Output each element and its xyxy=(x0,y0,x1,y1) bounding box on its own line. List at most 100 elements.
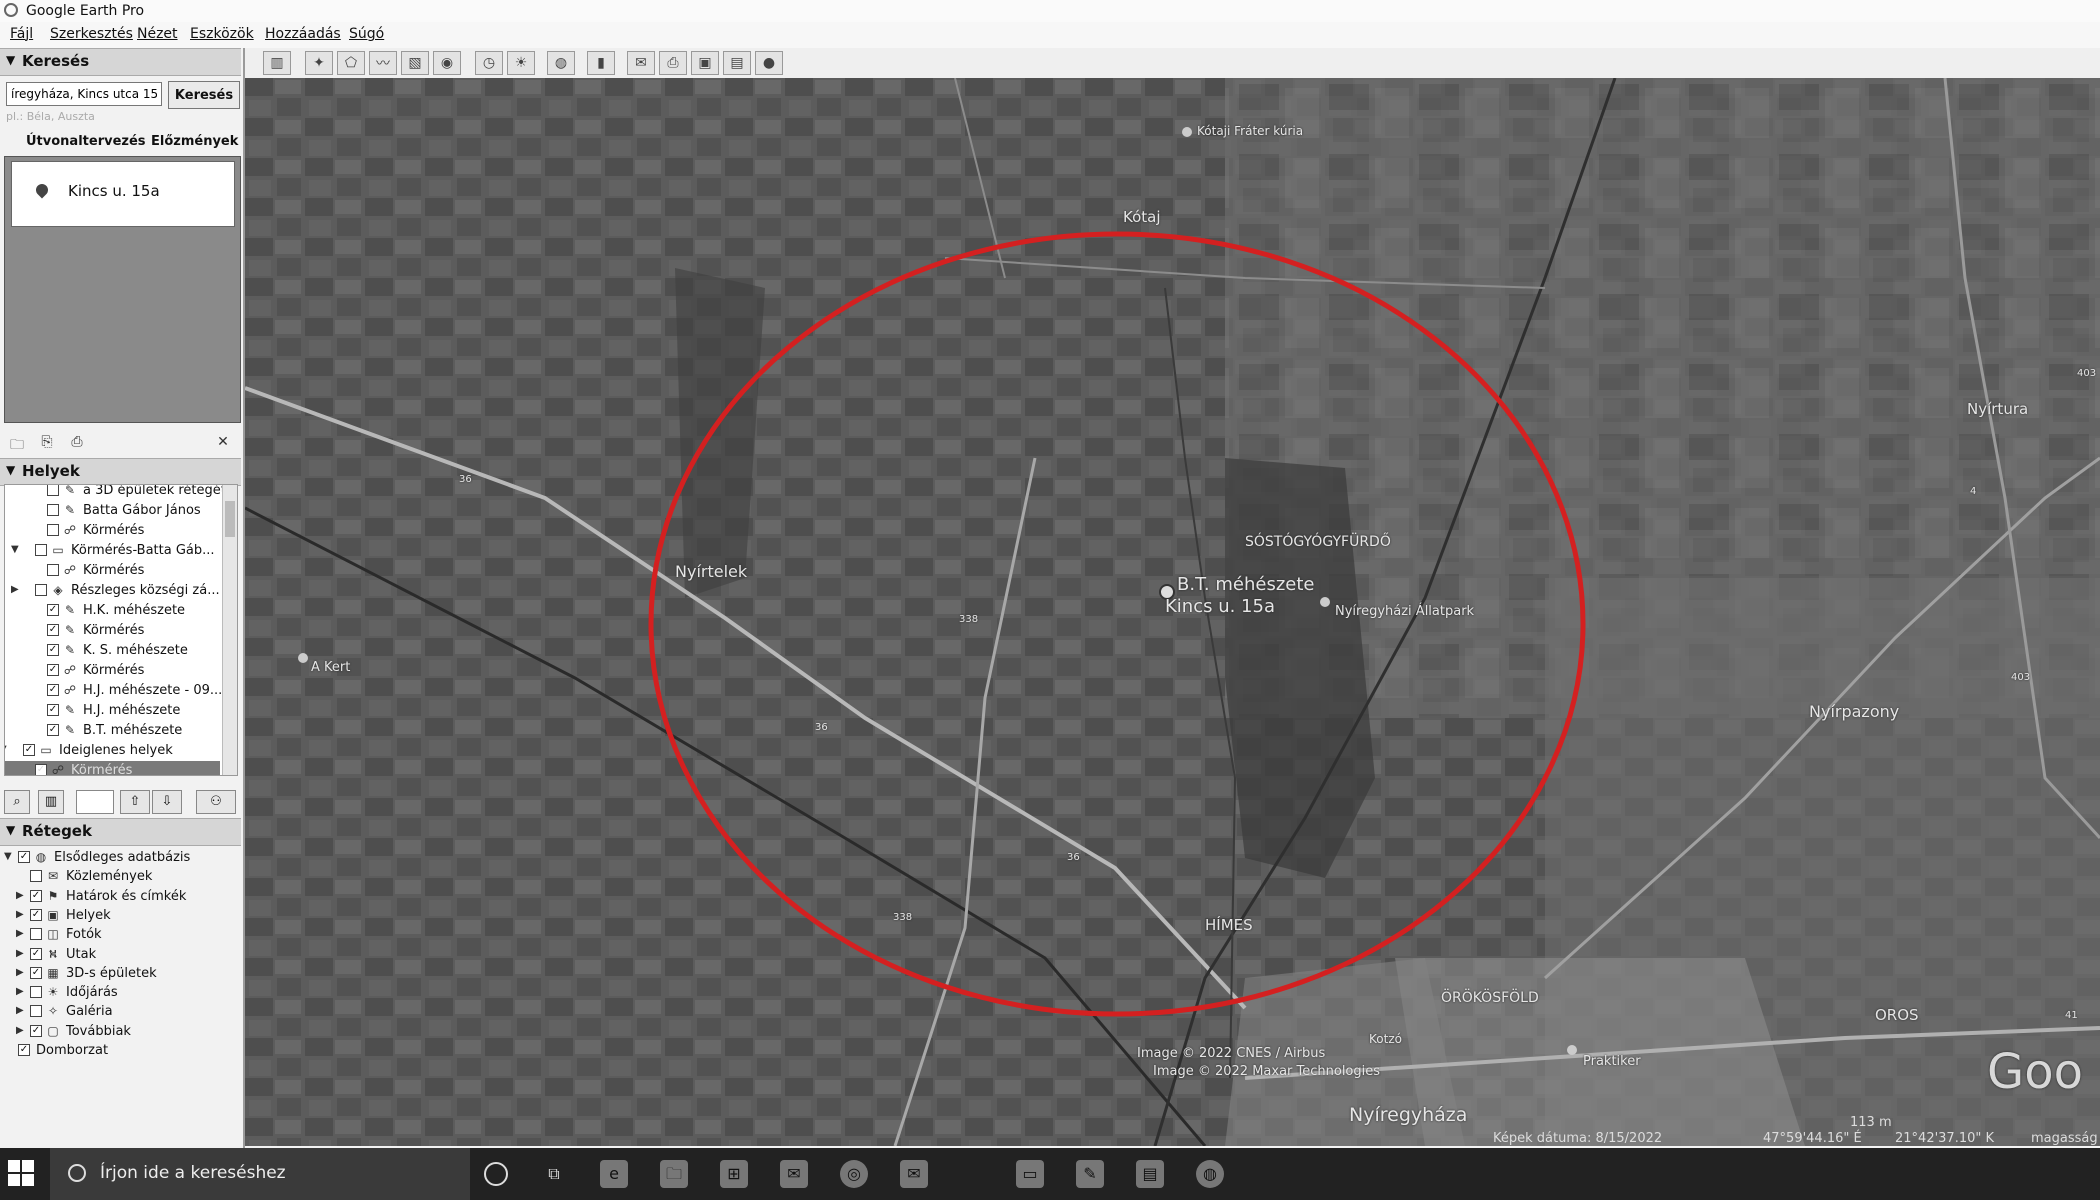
sidebar-toggle-icon[interactable]: ▥ xyxy=(263,51,291,75)
places-tree-item[interactable]: ✓ ✎ K. S. méhészete xyxy=(5,641,220,661)
layers-tree-item[interactable]: ▶ ☀ Időjárás xyxy=(0,983,238,1003)
chrome-icon[interactable]: ◎ xyxy=(840,1160,868,1188)
expand-right-icon[interactable]: ▶ xyxy=(16,986,24,997)
places-tree-item[interactable]: ✓ ☍ Körmérés xyxy=(5,661,220,681)
add-overlay-icon[interactable]: ▧ xyxy=(401,51,429,75)
layer-checkbox[interactable] xyxy=(30,1005,42,1018)
add-path-icon[interactable]: 〰 xyxy=(369,51,397,75)
visibility-checkbox[interactable] xyxy=(47,524,59,536)
expand-right-icon[interactable]: ▶ xyxy=(16,1005,24,1016)
expand-right-icon[interactable]: ▶ xyxy=(16,928,24,939)
layers-tree-item[interactable]: ▶ ✓ ▦ 3D-s épületek xyxy=(0,964,238,984)
print-icon[interactable]: ⎙ xyxy=(659,51,687,75)
layers-tree-item[interactable]: ✉ Közlemények xyxy=(0,867,238,887)
expand-right-icon[interactable]: ▶ xyxy=(11,584,19,595)
expand-right-icon[interactable]: ▶ xyxy=(16,1025,24,1036)
zoo-poi-icon[interactable] xyxy=(1320,597,1330,607)
layer-checkbox[interactable] xyxy=(30,986,42,999)
layer-checkbox[interactable]: ✓ xyxy=(30,889,42,902)
places-tree-item[interactable]: ▼ ✓ ▭ Ideiglenes helyek xyxy=(5,741,220,761)
google-earth-taskbar-icon[interactable]: ◍ xyxy=(1196,1160,1224,1188)
places-tree-item[interactable]: ✓ ✎ H.J. méhészete xyxy=(5,701,220,721)
places-panel-header[interactable]: ▼ Helyek xyxy=(0,458,241,486)
layer-checkbox[interactable]: ✓ xyxy=(30,1024,42,1037)
visibility-checkbox[interactable] xyxy=(47,485,59,496)
places-tree-item[interactable]: ✎ Batta Gábor János xyxy=(5,501,220,521)
layer-checkbox[interactable] xyxy=(30,870,42,883)
planets-icon[interactable]: ◍ xyxy=(547,51,575,75)
expand-right-icon[interactable]: ▶ xyxy=(16,967,24,978)
outlook-icon[interactable]: ✉ xyxy=(900,1160,928,1188)
layers-tree-item[interactable]: ✓ Domborzat xyxy=(0,1041,238,1061)
history-link[interactable]: Előzmények xyxy=(151,134,238,149)
store-poi-icon[interactable] xyxy=(1567,1045,1577,1055)
documents-icon[interactable]: ▤ xyxy=(1136,1160,1164,1188)
print-list-icon[interactable]: ⎙ xyxy=(68,434,86,450)
layers-panel-header[interactable]: ▼ Rétegek xyxy=(0,818,241,846)
places-tree-item[interactable]: ✓ ☍ H.J. méhészete - 09.... xyxy=(5,681,226,701)
move-down-icon[interactable]: ⇩ xyxy=(152,790,182,814)
garden-poi-icon[interactable] xyxy=(298,653,308,663)
places-filter-input[interactable] xyxy=(76,790,114,814)
layers-tree-item[interactable]: ▶ ✓ ▣ Helyek xyxy=(0,906,238,926)
layers-tree-item[interactable]: ▶ ✓ ▢ Továbbiak xyxy=(0,1022,238,1042)
visibility-checkbox[interactable]: ✓ xyxy=(47,684,59,696)
tools-icon[interactable]: ✎ xyxy=(1076,1160,1104,1188)
visibility-checkbox[interactable]: ✓ xyxy=(47,664,59,676)
expand-right-icon[interactable]: ▶ xyxy=(16,948,24,959)
visibility-checkbox[interactable]: ✓ xyxy=(47,724,59,736)
layers-tree-item[interactable]: ▼ ✓ ◍ Elsődleges adatbázis xyxy=(0,848,238,868)
places-tree-item[interactable]: ✓ ☍ Körmérés xyxy=(5,761,220,775)
layer-checkbox[interactable]: ✓ xyxy=(30,947,42,960)
scroll-thumb[interactable] xyxy=(225,501,235,537)
places-tree-item[interactable]: ☍ Körmérés xyxy=(5,561,220,581)
menu-help[interactable]: Súgó xyxy=(349,26,384,42)
places-tree-item[interactable]: ☍ Körmérés xyxy=(5,521,220,541)
taskbar-search-box[interactable]: Írjon ide a kereséshez xyxy=(50,1148,470,1200)
visibility-checkbox[interactable] xyxy=(47,504,59,516)
save-image-icon[interactable]: ▣ xyxy=(691,51,719,75)
visibility-checkbox[interactable]: ✓ xyxy=(35,764,47,775)
places-tree-item[interactable]: ✓ ✎ Körmérés xyxy=(5,621,220,641)
collapse-triangle-icon[interactable]: ▼ xyxy=(6,53,15,67)
layers-tree-item[interactable]: ▶ ✧ Galéria xyxy=(0,1002,238,1022)
view-in-maps-icon[interactable]: ▤ xyxy=(723,51,751,75)
task-view-icon[interactable]: ⧉ xyxy=(540,1160,568,1188)
historical-imagery-icon[interactable]: ◷ xyxy=(475,51,503,75)
store-icon[interactable]: ⊞ xyxy=(720,1160,748,1188)
route-planning-link[interactable]: Útvonaltervezés xyxy=(26,134,146,149)
terminal-icon[interactable]: ▭ xyxy=(1016,1160,1044,1188)
search-input[interactable] xyxy=(6,82,162,106)
add-folder-icon[interactable]: 🗀 xyxy=(8,434,26,453)
map-view[interactable]: Kótaj Kótaji Fráter kúria Nyírtelek A Ke… xyxy=(245,78,2100,1146)
expand-down-icon[interactable]: ▼ xyxy=(5,744,7,755)
menu-file[interactable]: Fájl xyxy=(10,26,33,42)
search-button[interactable]: Keresés xyxy=(168,81,240,109)
earth-gallery-icon[interactable]: ● xyxy=(755,51,783,75)
email-icon[interactable]: ✉ xyxy=(627,51,655,75)
windows-start-icon[interactable] xyxy=(8,1160,34,1186)
menu-add[interactable]: Hozzáadás xyxy=(265,26,341,42)
visibility-checkbox[interactable]: ✓ xyxy=(47,644,59,656)
layers-tree-item[interactable]: ▶ ✓ ⛕ Utak xyxy=(0,945,238,965)
layers-tree-item[interactable]: ▶ ◫ Fotók xyxy=(0,925,238,945)
record-tour-icon[interactable]: ◉ xyxy=(433,51,461,75)
expand-down-icon[interactable]: ▼ xyxy=(4,851,12,862)
add-polygon-icon[interactable]: ⬠ xyxy=(337,51,365,75)
ruler-icon[interactable]: ▮ xyxy=(587,51,615,75)
places-tree-item[interactable]: ▼ ▭ Körmérés-Batta Gáb... xyxy=(5,541,220,561)
tour-icon[interactable]: ⚇ xyxy=(196,790,236,814)
visibility-checkbox[interactable]: ✓ xyxy=(47,704,59,716)
search-places-icon[interactable]: ⌕ xyxy=(4,790,30,814)
expand-down-icon[interactable]: ▼ xyxy=(11,544,19,555)
sunlight-icon[interactable]: ☀ xyxy=(507,51,535,75)
collapse-triangle-icon[interactable]: ▼ xyxy=(6,463,15,477)
visibility-checkbox[interactable] xyxy=(35,544,47,556)
copy-icon[interactable]: ⎘ xyxy=(38,434,56,450)
layer-checkbox[interactable]: ✓ xyxy=(30,966,42,979)
visibility-checkbox[interactable]: ✓ xyxy=(23,744,35,756)
menu-edit[interactable]: Szerkesztés xyxy=(50,26,133,42)
menu-tools[interactable]: Eszközök xyxy=(190,26,254,42)
visibility-checkbox[interactable] xyxy=(47,564,59,576)
places-tree-item[interactable]: ✓ ✎ B.T. méhészete xyxy=(5,721,220,741)
